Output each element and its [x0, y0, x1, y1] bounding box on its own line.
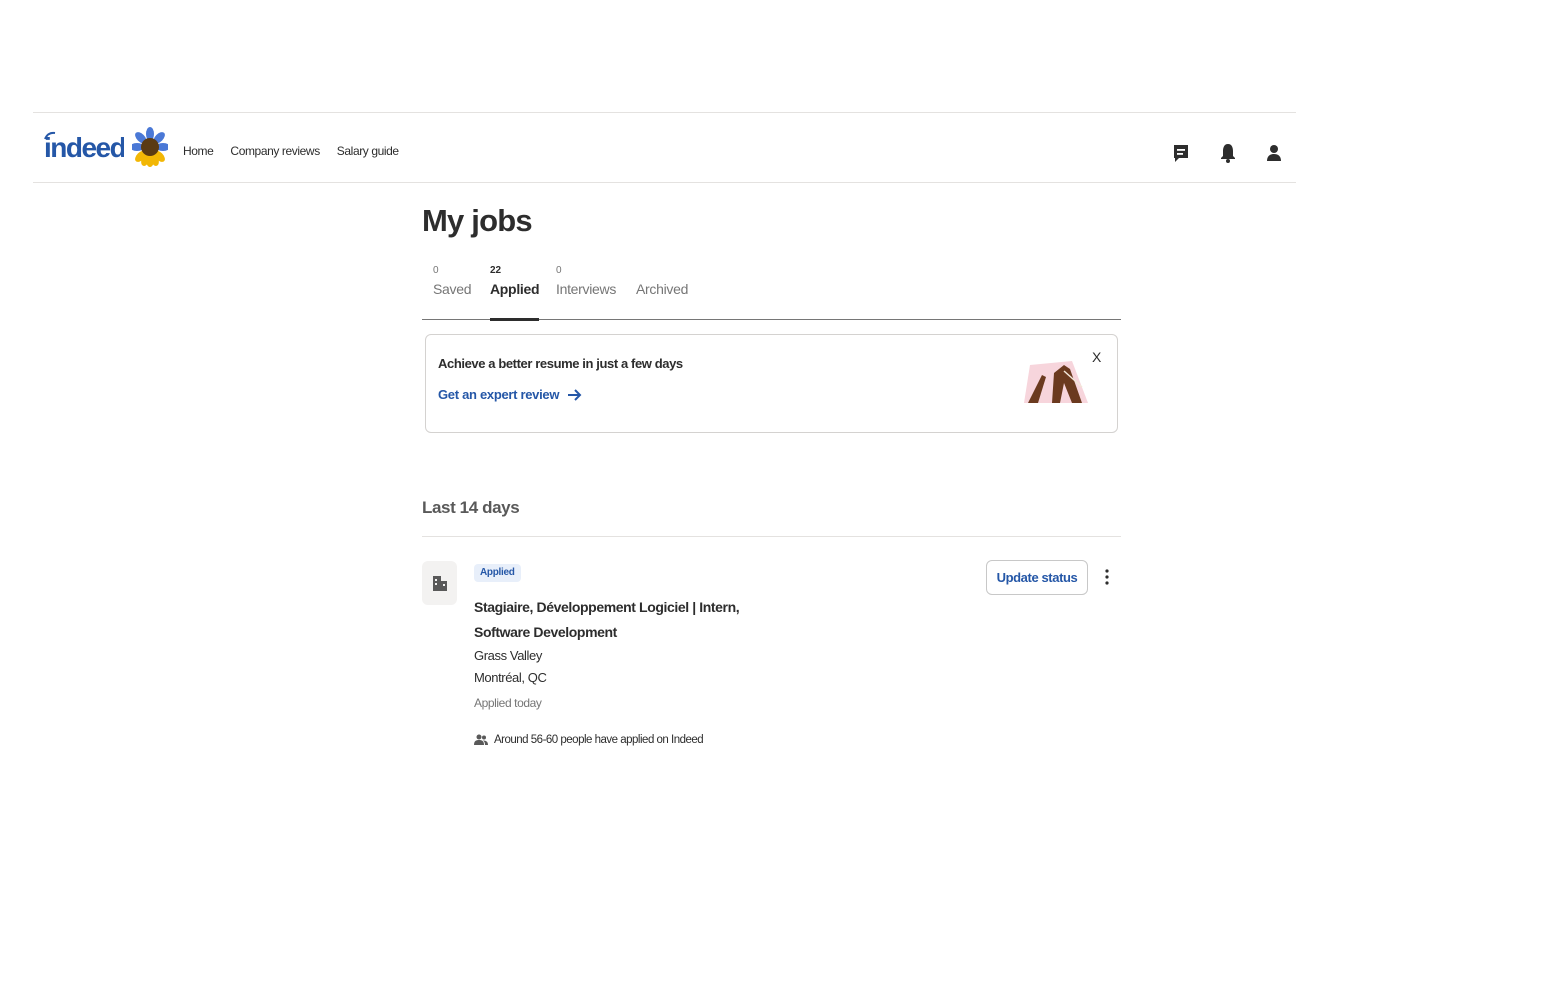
notifications-bell-icon[interactable] [1218, 142, 1238, 164]
expert-review-link-label: Get an expert review [438, 387, 560, 402]
job-card: Applied Stagiaire, Développement Logicie… [422, 559, 1121, 759]
tab-label: Interviews [556, 281, 617, 297]
tab-interviews[interactable]: 0 Interviews [556, 265, 616, 320]
close-promo-button[interactable]: X [1092, 349, 1101, 365]
tab-count: 22 [490, 265, 502, 276]
section-divider [422, 536, 1121, 537]
arrow-right-icon [568, 388, 582, 401]
profile-icon[interactable] [1264, 142, 1284, 164]
job-title-link[interactable]: Stagiaire, Développement Logiciel | Inte… [474, 595, 764, 645]
sunflower-icon [132, 127, 168, 167]
promo-title: Achieve a better resume in just a few da… [438, 356, 683, 371]
top-nav-bar: indeed Home Company reviews Salary guide [33, 112, 1296, 183]
expert-review-link[interactable]: Get an expert review [438, 387, 583, 402]
status-badge: Applied [474, 564, 521, 582]
logo-text: indeed [44, 132, 124, 163]
nav-home[interactable]: Home [183, 144, 214, 158]
applicants-text: Around 56-60 people have applied on Inde… [494, 734, 704, 746]
resume-review-promo: Achieve a better resume in just a few da… [425, 334, 1118, 433]
tab-label: Applied [490, 281, 540, 297]
tab-label: Archived [636, 281, 689, 297]
tab-archived[interactable]: Archived [636, 265, 688, 320]
company-building-icon [422, 561, 457, 605]
tab-saved[interactable]: 0 Saved [433, 265, 472, 320]
building-icon [432, 576, 447, 591]
update-status-button[interactable]: Update status [986, 560, 1088, 595]
job-status-tabs: 0 Saved 22 Applied 0 Interviews Archived [422, 265, 1121, 321]
tab-count: 0 [556, 265, 562, 276]
messages-icon[interactable] [1171, 142, 1191, 164]
section-title-last-14-days: Last 14 days [422, 498, 520, 517]
people-icon [474, 734, 488, 745]
more-options-icon[interactable] [1100, 567, 1114, 587]
tab-count: 0 [433, 265, 439, 276]
main-nav: Home Company reviews Salary guide [183, 144, 416, 158]
tab-label: Saved [433, 281, 472, 297]
company-name: Grass Valley [474, 648, 542, 663]
nav-company-reviews[interactable]: Company reviews [230, 144, 320, 158]
tab-applied[interactable]: 22 Applied [490, 265, 540, 321]
applied-date: Applied today [474, 696, 542, 710]
job-location: Montréal, QC [474, 670, 547, 685]
resume-illustration-icon [1024, 361, 1088, 403]
indeed-logo[interactable]: indeed [42, 129, 124, 163]
page-title: My jobs [422, 203, 533, 238]
tab-count [636, 265, 688, 281]
applicants-info: Around 56-60 people have applied on Inde… [474, 734, 704, 746]
nav-salary-guide[interactable]: Salary guide [337, 144, 399, 158]
